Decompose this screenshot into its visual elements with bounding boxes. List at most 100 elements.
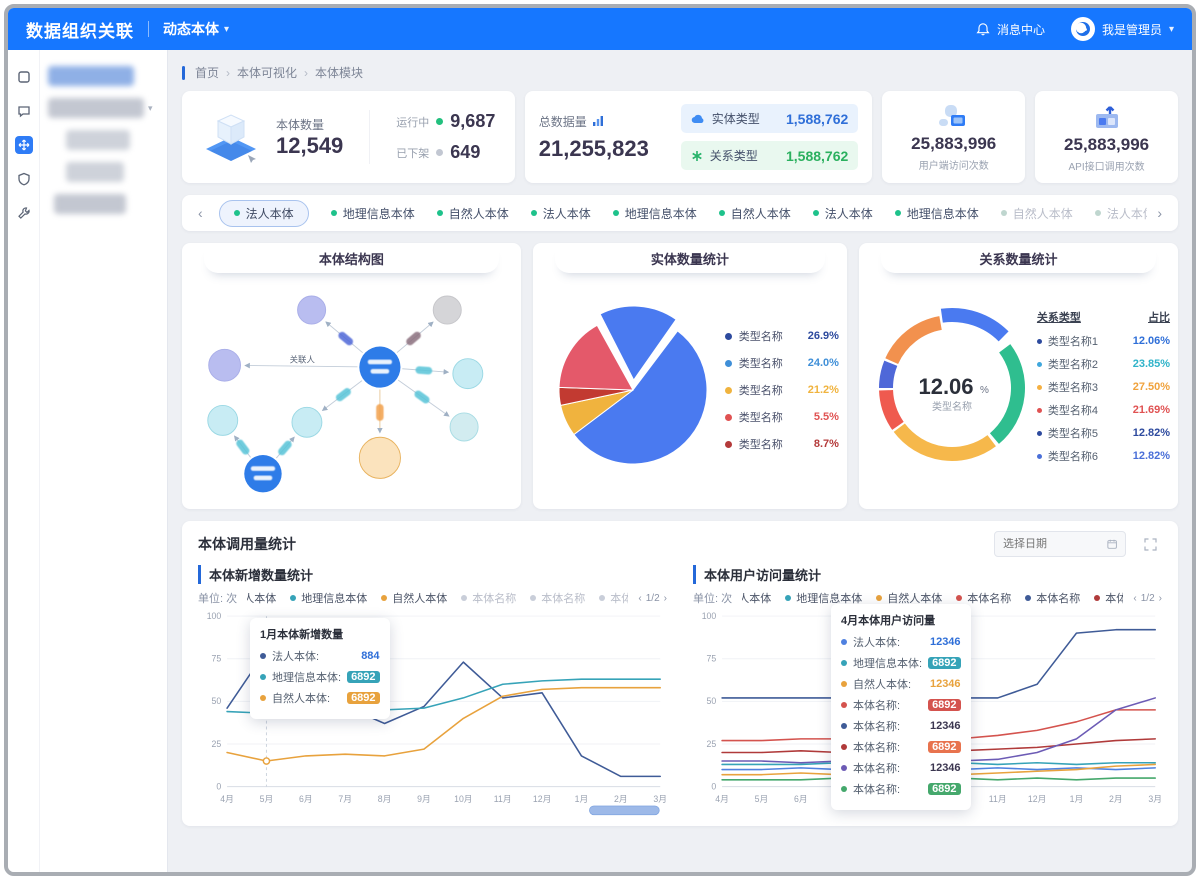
pie-legend-item[interactable]: 类型名称 5.5%: [724, 409, 839, 425]
legend-prev-icon[interactable]: ‹: [1133, 593, 1136, 604]
data-zoom-slider[interactable]: [589, 805, 660, 816]
tab-label: 法人本体: [1106, 206, 1148, 221]
relation-table-header: 关系类型 占比: [1037, 309, 1170, 325]
relation-table-row[interactable]: 类型名称1 12.06%: [1036, 333, 1170, 349]
tab-pill[interactable]: 自然人本体: [1000, 205, 1073, 222]
legend-next-icon[interactable]: ›: [1159, 593, 1162, 604]
sidebar-item-blurred[interactable]: [66, 162, 124, 182]
tab-pill[interactable]: 法人本体: [530, 205, 591, 222]
donut-segment[interactable]: [893, 423, 996, 461]
relation-table-row[interactable]: 类型名称6 12.82%: [1036, 448, 1170, 464]
legend-item[interactable]: 本体名称: [599, 590, 628, 606]
tab-pill[interactable]: 地理信息本体: [330, 205, 415, 222]
graph-node[interactable]: [291, 406, 323, 438]
relation-type-pill[interactable]: 关系类型 1,588,762: [680, 141, 859, 170]
graph-node[interactable]: [449, 412, 479, 442]
legend-dot: [841, 681, 847, 687]
move-icon[interactable]: [14, 136, 33, 154]
legend-next-icon[interactable]: ›: [664, 593, 667, 604]
edge-label-pill: [414, 390, 430, 404]
tab-pill[interactable]: 法人本体: [1094, 205, 1148, 222]
graph-node-primary[interactable]: [359, 346, 401, 388]
pie-legend-item[interactable]: 类型名称 8.7%: [724, 436, 839, 452]
user-menu[interactable]: 我是管理员 ▾: [1070, 17, 1174, 41]
donut-segment[interactable]: [940, 308, 1009, 342]
tab-pill[interactable]: 法人本体: [218, 199, 309, 227]
graph-node[interactable]: [297, 295, 327, 325]
grid-icon[interactable]: [15, 68, 33, 86]
legend-dot: [1036, 338, 1042, 344]
donut-segment[interactable]: [989, 344, 1025, 444]
x-tick-label: 6月: [299, 794, 313, 804]
date-picker[interactable]: [994, 531, 1126, 557]
expand-icon[interactable]: [1138, 532, 1162, 556]
donut-center-value: 12.06: [918, 374, 973, 399]
legend-label: 本体名称: [1105, 593, 1123, 605]
relation-table-row[interactable]: 类型名称2 23.85%: [1036, 356, 1170, 372]
sidebar-item-blurred[interactable]: [66, 130, 130, 150]
tab-pill[interactable]: 法人本体: [812, 205, 873, 222]
tab-pill[interactable]: 地理信息本体: [612, 205, 697, 222]
app-window: 数据组织关联 动态本体 ▾ 消息中心 我是管理员 ▾ ▾ 首页 › 本体可视化 …: [4, 4, 1196, 876]
tooltip-label: 本体名称:: [853, 763, 901, 775]
unit-label: 单位: 次: [198, 593, 238, 605]
legend-item[interactable]: 法人本体: [247, 590, 276, 606]
breadcrumb-item[interactable]: 首页: [195, 66, 219, 80]
breadcrumb-item[interactable]: 本体可视化: [237, 66, 297, 80]
graph-node-primary[interactable]: [244, 455, 282, 493]
donut-segment[interactable]: [885, 316, 942, 365]
relation-table-row[interactable]: 类型名称5 12.82%: [1036, 425, 1170, 441]
pie-legend-item[interactable]: 类型名称 21.2%: [724, 382, 839, 398]
tab-pill[interactable]: 自然人本体: [436, 205, 509, 222]
legend-item[interactable]: 本体名称: [461, 590, 516, 606]
relation-stats-card: 关系数量统计 12.06% 类型名称 关系类型 占比 类型名称1 12.06% 类型名称2…: [858, 243, 1179, 509]
app-title: 数据组织关联: [26, 21, 134, 41]
legend-item[interactable]: 法人本体: [742, 590, 771, 606]
tabs-next-icon[interactable]: ›: [1151, 205, 1168, 221]
pie-legend-item[interactable]: 类型名称 24.0%: [724, 355, 839, 371]
entity-type-pill[interactable]: 实体类型 1,588,762: [680, 104, 859, 133]
breadcrumb-item[interactable]: 本体模块: [315, 66, 363, 80]
graph-node[interactable]: [207, 404, 239, 436]
sidebar-item-blurred[interactable]: [48, 98, 144, 118]
legend-value: 5.5%: [813, 411, 839, 423]
donut-segment[interactable]: [878, 389, 904, 430]
donut-segment[interactable]: [878, 360, 898, 389]
legend-prev-icon[interactable]: ‹: [638, 593, 641, 604]
wrench-icon[interactable]: [15, 204, 33, 222]
total-data-label: 总数据量: [538, 114, 587, 129]
date-input[interactable]: [1003, 538, 1101, 550]
x-tick-label: 2月: [1109, 794, 1123, 804]
line-chart-area: 100 75 50 25 0 4月 5月 6月 7月 8月 9月 10月 11月 12月 1月 2月 3月 1月本…: [198, 606, 667, 818]
offline-label: 已下架: [396, 147, 430, 160]
x-tick-label: 8月: [378, 794, 392, 804]
legend-item[interactable]: 自然人本体: [381, 590, 447, 606]
x-tick-label: 9月: [417, 794, 431, 804]
cloud-icon: [691, 114, 704, 123]
tab-pill[interactable]: 地理信息本体: [894, 205, 979, 222]
legend-item[interactable]: 地理信息本体: [290, 590, 367, 606]
ontology-tab-bar: ‹ 法人本体 地理信息本体 自然人本体 法人本体 地理信息本体 自然人本体 法人本体 地理信息…: [182, 195, 1178, 231]
pie-legend-item[interactable]: 类型名称 26.9%: [724, 328, 839, 344]
relation-table-row[interactable]: 类型名称3 27.50%: [1036, 379, 1170, 395]
legend-item[interactable]: 本体名称: [1025, 590, 1080, 606]
shield-icon[interactable]: [15, 170, 33, 188]
sidebar-item-blurred-active[interactable]: [48, 66, 134, 86]
sidebar-item-blurred[interactable]: [54, 194, 126, 214]
message-center-button[interactable]: 消息中心: [976, 21, 1045, 38]
legend-item[interactable]: 本体名称: [1094, 590, 1123, 606]
legend-item[interactable]: 本体名称: [530, 590, 585, 606]
graph-node[interactable]: [358, 436, 401, 479]
x-tick-label: 12月: [533, 794, 551, 804]
graph-node[interactable]: [432, 295, 462, 325]
tabs-prev-icon[interactable]: ‹: [192, 205, 209, 221]
tab-pill[interactable]: 自然人本体: [718, 205, 791, 222]
graph-node[interactable]: [452, 358, 484, 390]
graph-node[interactable]: [208, 348, 241, 382]
relation-table-row[interactable]: 类型名称4 21.69%: [1036, 402, 1170, 418]
relation-type-name: 类型名称6: [1047, 451, 1099, 463]
chat-icon[interactable]: [15, 102, 33, 120]
tooltip-label: 自然人本体:: [272, 693, 331, 705]
nav-dynamic-ontology[interactable]: 动态本体 ▾: [163, 19, 229, 39]
chart-tooltip: 1月本体新增数量 法人本体: 884 地理信息本体: 6892 自然人本体: 6892: [250, 618, 390, 719]
